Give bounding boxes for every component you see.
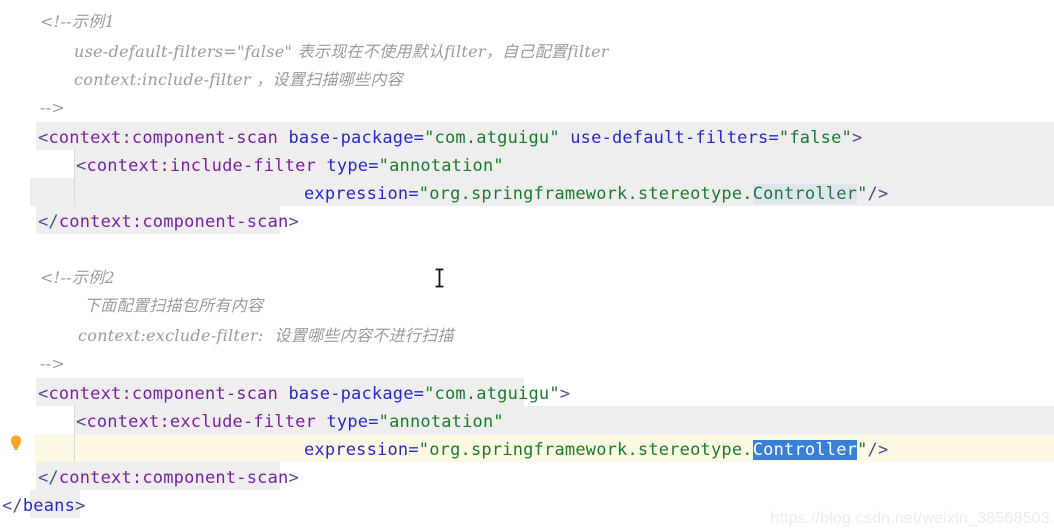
angle-bracket-open: < [38, 384, 49, 404]
attr-expression: expression [304, 440, 409, 460]
tag-name: context:component-scan [48, 128, 279, 148]
attr-type-value: "annotation" [378, 412, 504, 432]
attr-eq: = [408, 184, 419, 204]
attr-base-package: base-package [288, 384, 414, 404]
angle-bracket-close: > [288, 468, 299, 488]
indent-guide-block-2 [74, 406, 75, 462]
comment-2-close: --> [40, 354, 66, 373]
tag-name: context:exclude-filter [86, 412, 317, 432]
angle-bracket-open: < [76, 156, 87, 176]
code-line-beans-close[interactable]: </beans> [2, 492, 86, 520]
angle-bracket-open: < [38, 128, 49, 148]
comment-2-line-2: 下面配置扫描包所有内容 [84, 296, 264, 315]
attr-eq: = [408, 440, 419, 460]
value-open-quote: " [418, 440, 430, 460]
value-close-quote: " [857, 184, 868, 204]
angle-bracket-close: > [559, 384, 571, 404]
code-line-expression-2[interactable]: expression="org.springframework.stereoty… [304, 436, 888, 464]
attr-type: type [326, 412, 369, 432]
comment-1-open: <!--示例1 [40, 12, 115, 31]
comment-1-line-3: context:include-filter ，设置扫描哪些内容 [74, 70, 403, 89]
lightbulb-icon[interactable] [8, 434, 24, 452]
attr-eq: = [368, 156, 379, 176]
attr-use-default-filters: use-default-filters [570, 128, 769, 148]
closing-angle-slash: </ [38, 212, 59, 232]
watermark: https://blog.csdn.net/weixin_38568503 [770, 510, 1050, 527]
comment-1-close: --> [40, 98, 66, 117]
code-line-component-scan-close-1[interactable]: </context:component-scan> [38, 208, 299, 236]
code-line-exclude-filter-open[interactable]: <context:exclude-filter type="annotation… [76, 408, 504, 436]
code-line-component-scan-open-1[interactable]: <context:component-scan base-package="co… [38, 124, 862, 152]
tag-name: context:component-scan [48, 384, 279, 404]
comment-2-line-3: context:exclude-filter: 设置哪些内容不进行扫描 [78, 326, 454, 345]
tag-name-beans: beans [22, 496, 76, 516]
expression-value-controller-occurrence[interactable]: Controller [752, 184, 858, 204]
attr-eq-2: = [768, 128, 779, 148]
attr-eq-1: = [413, 128, 425, 148]
attr-eq-1: = [413, 384, 425, 404]
self-closing-tag: /> [867, 184, 889, 204]
angle-bracket-close: > [75, 496, 86, 516]
code-editor-canvas[interactable]: <!--示例1 use-default-filters="false" 表示现在… [0, 0, 1054, 531]
tag-name: context:component-scan [58, 468, 289, 488]
expression-value-controller-selected[interactable]: Controller [752, 440, 858, 460]
tag-name: context:include-filter [86, 156, 317, 176]
code-line-include-filter-open[interactable]: <context:include-filter type="annotation… [76, 152, 504, 180]
angle-bracket-close: > [288, 212, 299, 232]
expression-value-prefix: org.springframework.stereotype. [429, 184, 753, 204]
closing-angle-slash: </ [2, 496, 23, 516]
attr-use-default-filters-value: "false" [778, 128, 852, 148]
tag-name: context:component-scan [58, 212, 289, 232]
comment-1-line-2: use-default-filters="false" 表示现在不使用默认fil… [74, 42, 609, 61]
attr-type-value: "annotation" [378, 156, 504, 176]
attr-eq: = [368, 412, 379, 432]
expression-value-prefix: org.springframework.stereotype. [429, 440, 753, 460]
closing-angle-slash: </ [38, 468, 59, 488]
attr-base-package-value: "com.atguigu" [424, 384, 560, 404]
i-beam-cursor-icon [435, 268, 444, 288]
attr-expression: expression [304, 184, 409, 204]
code-line-expression-1[interactable]: expression="org.springframework.stereoty… [304, 180, 888, 208]
self-closing-tag: /> [867, 440, 889, 460]
code-line-component-scan-close-2[interactable]: </context:component-scan> [38, 464, 299, 492]
code-line-component-scan-open-2[interactable]: <context:component-scan base-package="co… [38, 380, 570, 408]
attr-type: type [326, 156, 369, 176]
angle-bracket-open: < [76, 412, 87, 432]
indent-guide-block-1 [74, 150, 75, 206]
comment-2-open: <!--示例2 [40, 268, 115, 287]
angle-bracket-close: > [851, 128, 863, 148]
value-open-quote: " [418, 184, 430, 204]
attr-base-package-value: "com.atguigu" [424, 128, 560, 148]
value-close-quote: " [857, 440, 868, 460]
attr-base-package: base-package [288, 128, 414, 148]
